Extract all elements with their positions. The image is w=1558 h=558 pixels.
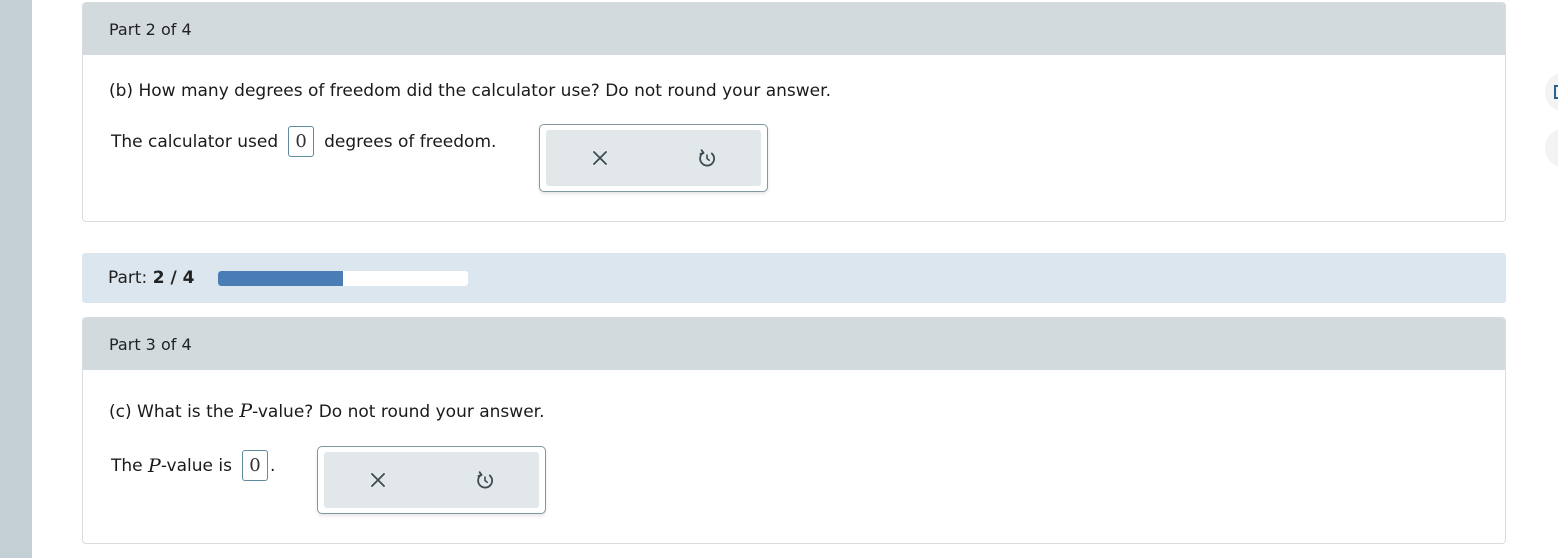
part-3-answer-middle: -value is [160, 455, 232, 476]
progress-label-text: Part: [108, 268, 148, 288]
part-2-header: Part 2 of 4 [83, 3, 1505, 55]
part-2-question: (b) How many degrees of freedom did the … [109, 81, 831, 101]
p-value-input[interactable]: 0 [241, 450, 268, 481]
p-variable: P [239, 400, 253, 422]
part-2-undo-button[interactable] [654, 130, 762, 186]
progress-fill [218, 270, 344, 286]
side-button-2[interactable] [1545, 128, 1558, 168]
close-icon [370, 473, 385, 487]
progress-strip: Part: 2 / 4 [82, 253, 1506, 303]
undo-icon [699, 149, 716, 167]
part-3-header-label: Part 3 of 4 [109, 334, 192, 354]
part-2-header-label: Part 2 of 4 [109, 19, 192, 39]
part-2-tool-inner [546, 130, 761, 186]
p-variable: P [148, 454, 161, 477]
part-3-card: Part 3 of 4 (c) What is the P-value? Do … [82, 317, 1506, 544]
progress-label: Part: 2 / 4 [108, 268, 194, 288]
part-2-card: Part 2 of 4 (b) How many degrees of free… [82, 2, 1506, 222]
part-3-answer-prefix: The [111, 455, 143, 476]
part-2-clear-button[interactable] [546, 130, 654, 186]
degrees-of-freedom-input[interactable]: 0 [288, 126, 315, 157]
side-button-1[interactable] [1545, 72, 1558, 112]
part-2-answer-suffix: degrees of freedom. [324, 131, 497, 152]
part-2-answer-line: The calculator used 0 degrees of freedom… [111, 126, 496, 157]
part-3-question: (c) What is the P-value? Do not round yo… [109, 400, 544, 422]
part-3-tool-inner [324, 452, 539, 508]
part-3-undo-button[interactable] [432, 452, 540, 508]
part-3-answer-suffix: . [269, 455, 276, 476]
part-2-answer-prefix: The calculator used [111, 131, 279, 152]
part-3-question-suffix: -value? Do not round your answer. [252, 402, 545, 422]
progress-track [218, 270, 469, 286]
progress-value: 2 / 4 [152, 268, 195, 288]
undo-icon [477, 471, 494, 489]
bookmark-icon [1554, 85, 1558, 99]
part-3-clear-button[interactable] [324, 452, 432, 508]
close-icon [592, 151, 607, 165]
left-rail [0, 0, 32, 558]
part-2-tool-panel [539, 124, 768, 192]
part-3-tool-panel [317, 446, 546, 514]
part-3-answer-line: The P -value is 0 . [111, 450, 275, 481]
part-3-header: Part 3 of 4 [83, 318, 1505, 370]
part-3-question-prefix: (c) What is the [109, 402, 234, 422]
